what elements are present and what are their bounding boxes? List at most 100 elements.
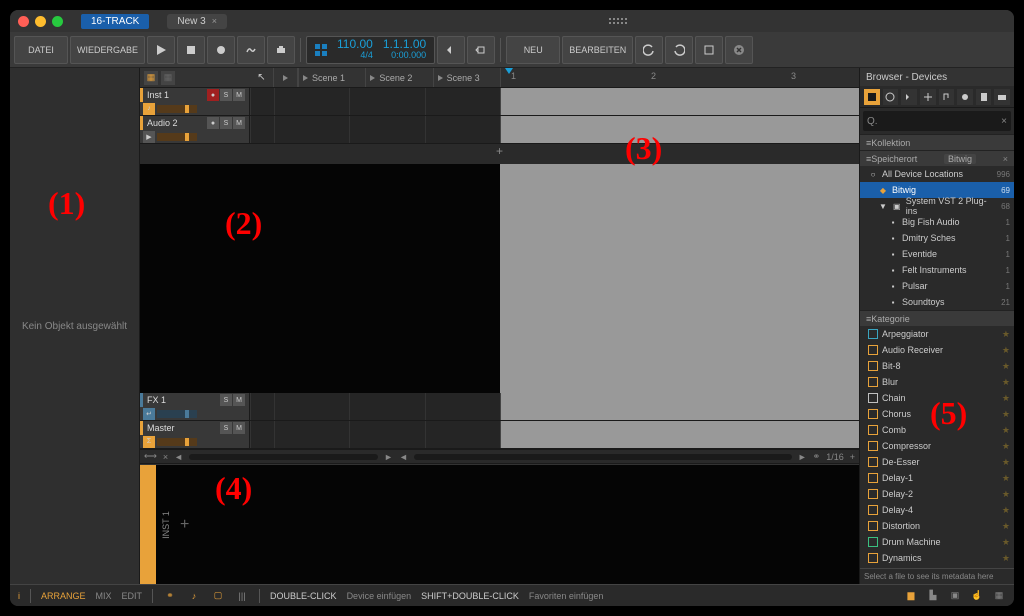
tab-clips[interactable]	[957, 89, 973, 105]
scene-2[interactable]: Scene 2	[365, 68, 432, 87]
scene-3[interactable]: Scene 3	[433, 68, 500, 87]
arrange-lane[interactable]	[500, 421, 859, 448]
list-item[interactable]: Delay-2★	[860, 486, 1014, 502]
record-arm-button[interactable]: ●	[207, 89, 219, 101]
undo-button[interactable]	[635, 36, 663, 64]
device-slot[interactable]: +	[176, 465, 859, 584]
track-row[interactable]: Inst 1 ●SM ♪	[140, 88, 859, 116]
list-item[interactable]: Arpeggiator★	[860, 326, 1014, 342]
stop-button[interactable]	[177, 36, 205, 64]
task-button[interactable]	[695, 36, 723, 64]
timeline-ruler[interactable]: 1 2 3	[500, 68, 859, 87]
close-button[interactable]	[725, 36, 753, 64]
list-item[interactable]: Compressor★	[860, 438, 1014, 454]
list-item[interactable]: Delay-1★	[860, 470, 1014, 486]
list-item[interactable]: ▪Eventide1	[860, 246, 1014, 262]
panel-toggle[interactable]: ▢	[211, 589, 225, 603]
list-item[interactable]: Blur★	[860, 374, 1014, 390]
layout-icon[interactable]: ♪	[187, 589, 201, 603]
list-item[interactable]: Drum Machine★	[860, 534, 1014, 550]
window-close-button[interactable]	[18, 16, 29, 27]
help-icon[interactable]: ☝	[970, 589, 984, 603]
section-kollektion[interactable]: ≡ Kollektion	[860, 134, 1014, 150]
print-button[interactable]	[267, 36, 295, 64]
transport-display[interactable]: 110.004/4 1.1.1.000:00.000	[306, 36, 435, 64]
tab-close-icon[interactable]: ×	[212, 16, 217, 26]
track-row[interactable]: FX 1 SM ↵	[140, 393, 859, 421]
horizontal-scrollbar[interactable]: ⟷ × ◄► ◄► ⚭ 1/16 +	[140, 449, 859, 463]
redo-button[interactable]	[665, 36, 693, 64]
loop-button[interactable]	[467, 36, 495, 64]
list-item[interactable]: Audio Receiver★	[860, 342, 1014, 358]
clip-slots[interactable]	[250, 88, 500, 115]
link-icon[interactable]: ⚭	[813, 451, 821, 462]
track-name[interactable]: Master	[147, 423, 175, 433]
position-time[interactable]: 0:00.000	[383, 51, 426, 61]
clip-slots[interactable]	[250, 421, 500, 448]
volume-fader[interactable]	[157, 438, 197, 446]
mute-button[interactable]: M	[233, 422, 245, 434]
list-item[interactable]: ▪Soundtoys21	[860, 294, 1014, 310]
view-arrange[interactable]: ARRANGE	[41, 591, 86, 601]
window-maximize-button[interactable]	[52, 16, 63, 27]
metronome-icon[interactable]	[315, 44, 327, 56]
window-minimize-button[interactable]	[35, 16, 46, 27]
section-kategorie[interactable]: ≡ Kategorie	[860, 310, 1014, 326]
track-row[interactable]: Master SM Σ	[140, 421, 859, 449]
tab-files[interactable]	[976, 89, 992, 105]
mute-button[interactable]: M	[233, 394, 245, 406]
solo-button[interactable]: S	[220, 89, 232, 101]
record-button[interactable]	[207, 36, 235, 64]
list-item[interactable]: Bit-8★	[860, 358, 1014, 374]
automation-toggle[interactable]: ▦	[161, 71, 175, 85]
list-item[interactable]: ▪Pulsar1	[860, 278, 1014, 294]
tab-project[interactable]: New 3×	[167, 14, 227, 29]
play-all-button[interactable]	[274, 68, 298, 87]
zoom-fit-icon[interactable]: ⟷	[144, 451, 157, 462]
record-arm-button[interactable]: ●	[207, 117, 219, 129]
list-item[interactable]: Comb★	[860, 422, 1014, 438]
tab-presets[interactable]	[883, 89, 899, 105]
list-item[interactable]: ▪Dmitry Sches1	[860, 230, 1014, 246]
list-item[interactable]: De-Esser★	[860, 454, 1014, 470]
clip-launcher-toggle[interactable]: ▦	[144, 71, 158, 85]
list-item[interactable]: Delay-4★	[860, 502, 1014, 518]
close-icon[interactable]: ×	[1003, 154, 1008, 164]
dashboard-icon[interactable]: ▦	[992, 589, 1006, 603]
edit-menu-button[interactable]: BEARBEITEN	[562, 36, 633, 64]
section-speicherort[interactable]: ≡ SpeicherortBitwig×	[860, 150, 1014, 166]
time-signature[interactable]: 4/4	[337, 51, 373, 61]
tab-music[interactable]	[939, 89, 955, 105]
layout-icon[interactable]: ⚭	[163, 589, 177, 603]
list-item[interactable]: Distortion★	[860, 518, 1014, 534]
scene-1[interactable]: Scene 1	[298, 68, 365, 87]
volume-fader[interactable]	[157, 133, 197, 141]
solo-button[interactable]: S	[220, 117, 232, 129]
volume-fader[interactable]	[157, 105, 197, 113]
file-icon[interactable]: ▙	[926, 589, 940, 603]
arrange-lane[interactable]	[500, 393, 859, 420]
list-item[interactable]: Chorus★	[860, 406, 1014, 422]
mute-button[interactable]: M	[233, 89, 245, 101]
track-row[interactable]: Audio 2 ●SM ▶	[140, 116, 859, 144]
clip-slots[interactable]	[250, 393, 500, 420]
arrange-lane[interactable]	[500, 116, 859, 143]
add-device-icon[interactable]: +	[180, 516, 189, 534]
new-menu-button[interactable]: NEU	[506, 36, 560, 64]
project-icon[interactable]: ▣	[948, 589, 962, 603]
mute-button[interactable]: M	[233, 117, 245, 129]
browser-search[interactable]: Q.×	[863, 111, 1011, 131]
list-item[interactable]: Dynamics★	[860, 550, 1014, 566]
tab-16track[interactable]: 16-TRACK	[81, 14, 149, 29]
clip-slots[interactable]	[250, 116, 500, 143]
punch-in-button[interactable]	[437, 36, 465, 64]
volume-fader[interactable]	[157, 410, 197, 418]
list-item[interactable]: Chain★	[860, 390, 1014, 406]
info-icon[interactable]: i	[18, 591, 20, 601]
list-item[interactable]: ○All Device Locations996	[860, 166, 1014, 182]
browser-toggle[interactable]: ▆	[904, 589, 918, 603]
file-menu-button[interactable]: DATEI	[14, 36, 68, 64]
panel-toggle[interactable]: |||	[235, 589, 249, 603]
track-name[interactable]: Inst 1	[147, 90, 169, 100]
list-item[interactable]: ▪Big Fish Audio1	[860, 214, 1014, 230]
